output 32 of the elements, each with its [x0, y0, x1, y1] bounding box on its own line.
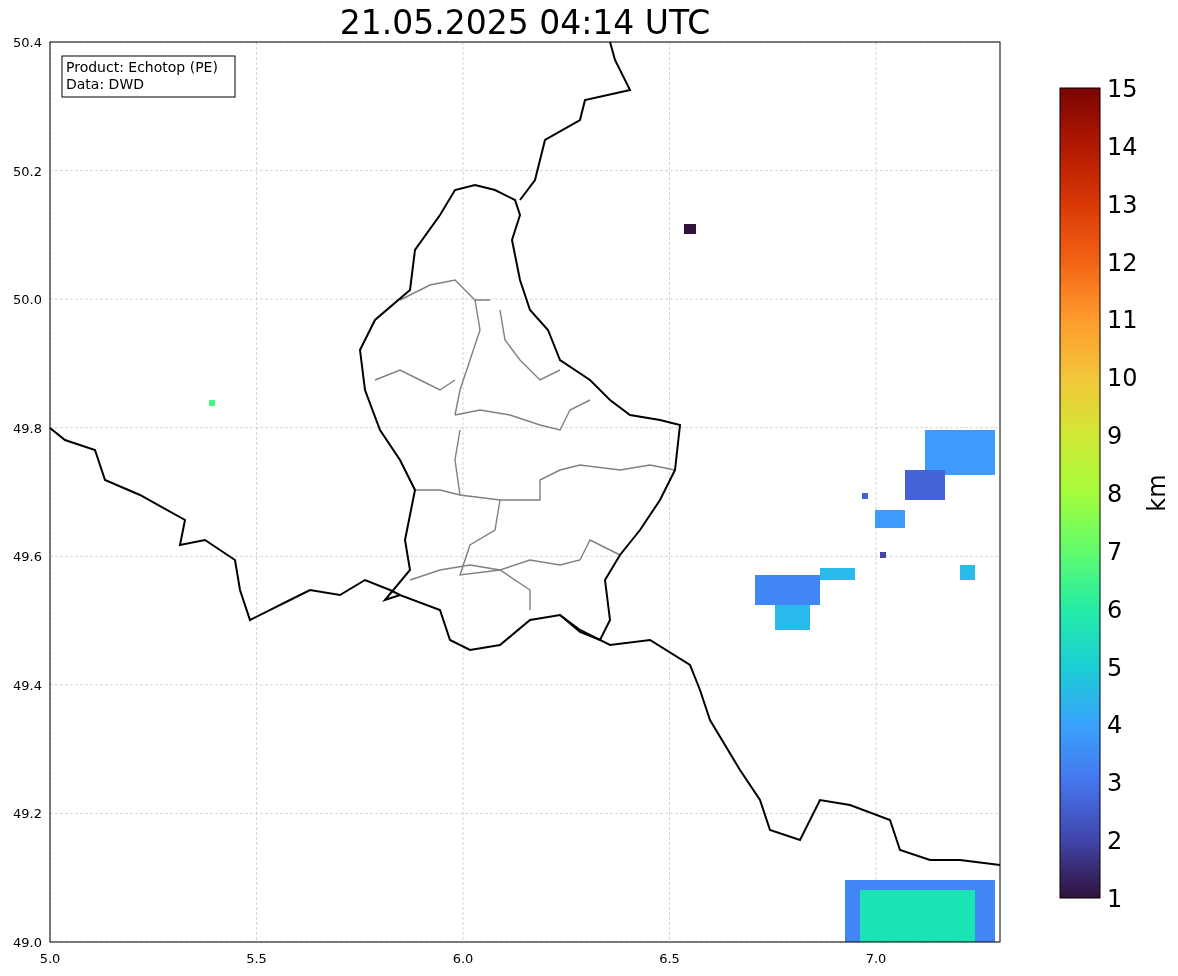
colorbar-tick-label: 13	[1107, 190, 1138, 219]
colorbar-tick-label: 9	[1107, 422, 1123, 451]
x-tick-label: 5.0	[39, 951, 61, 966]
colorbar-tick-label: 14	[1107, 132, 1138, 161]
colorbar-tick-label: 11	[1107, 306, 1138, 335]
x-tick-label: 6.0	[452, 951, 474, 966]
y-tick-label: 50.0	[13, 292, 42, 308]
chart-title: 21.05.2025 04:14 UTC	[339, 3, 711, 42]
colorbar-label: km	[1143, 474, 1171, 512]
colorbar-tick-label: 10	[1107, 364, 1138, 393]
colorbar-tick-label: 15	[1107, 75, 1138, 103]
x-tick-label: 5.5	[246, 951, 267, 966]
y-tick-label: 50.4	[13, 35, 42, 50]
y-tick-label: 50.2	[13, 163, 42, 179]
colorbar-tick-label: 7	[1107, 537, 1123, 566]
colorbar-tick-label: 1	[1107, 885, 1123, 913]
y-tick-label: 49.2	[13, 806, 42, 822]
y-tick-label: 49.8	[13, 420, 42, 436]
colorbar-tick-label: 12	[1107, 248, 1138, 277]
colorbar-tick-label: 4	[1107, 711, 1123, 740]
x-tick-label: 7.0	[865, 951, 887, 966]
y-tick-label: 49.4	[13, 677, 42, 693]
colorbar-tick-label: 5	[1107, 653, 1123, 682]
colorbar-tick-label: 6	[1107, 595, 1123, 624]
colorbar-tick-label: 3	[1107, 769, 1123, 798]
y-tick-label: 49.6	[13, 549, 42, 565]
y-tick-label: 49.0	[13, 935, 42, 950]
colorbar-tick-label: 8	[1107, 480, 1123, 508]
x-tick-label: 6.5	[659, 951, 680, 966]
info-text: Data: DWD	[66, 76, 144, 92]
info-text: Product: Echotop (PE)	[66, 59, 218, 75]
colorbar-tick-label: 2	[1107, 827, 1123, 856]
